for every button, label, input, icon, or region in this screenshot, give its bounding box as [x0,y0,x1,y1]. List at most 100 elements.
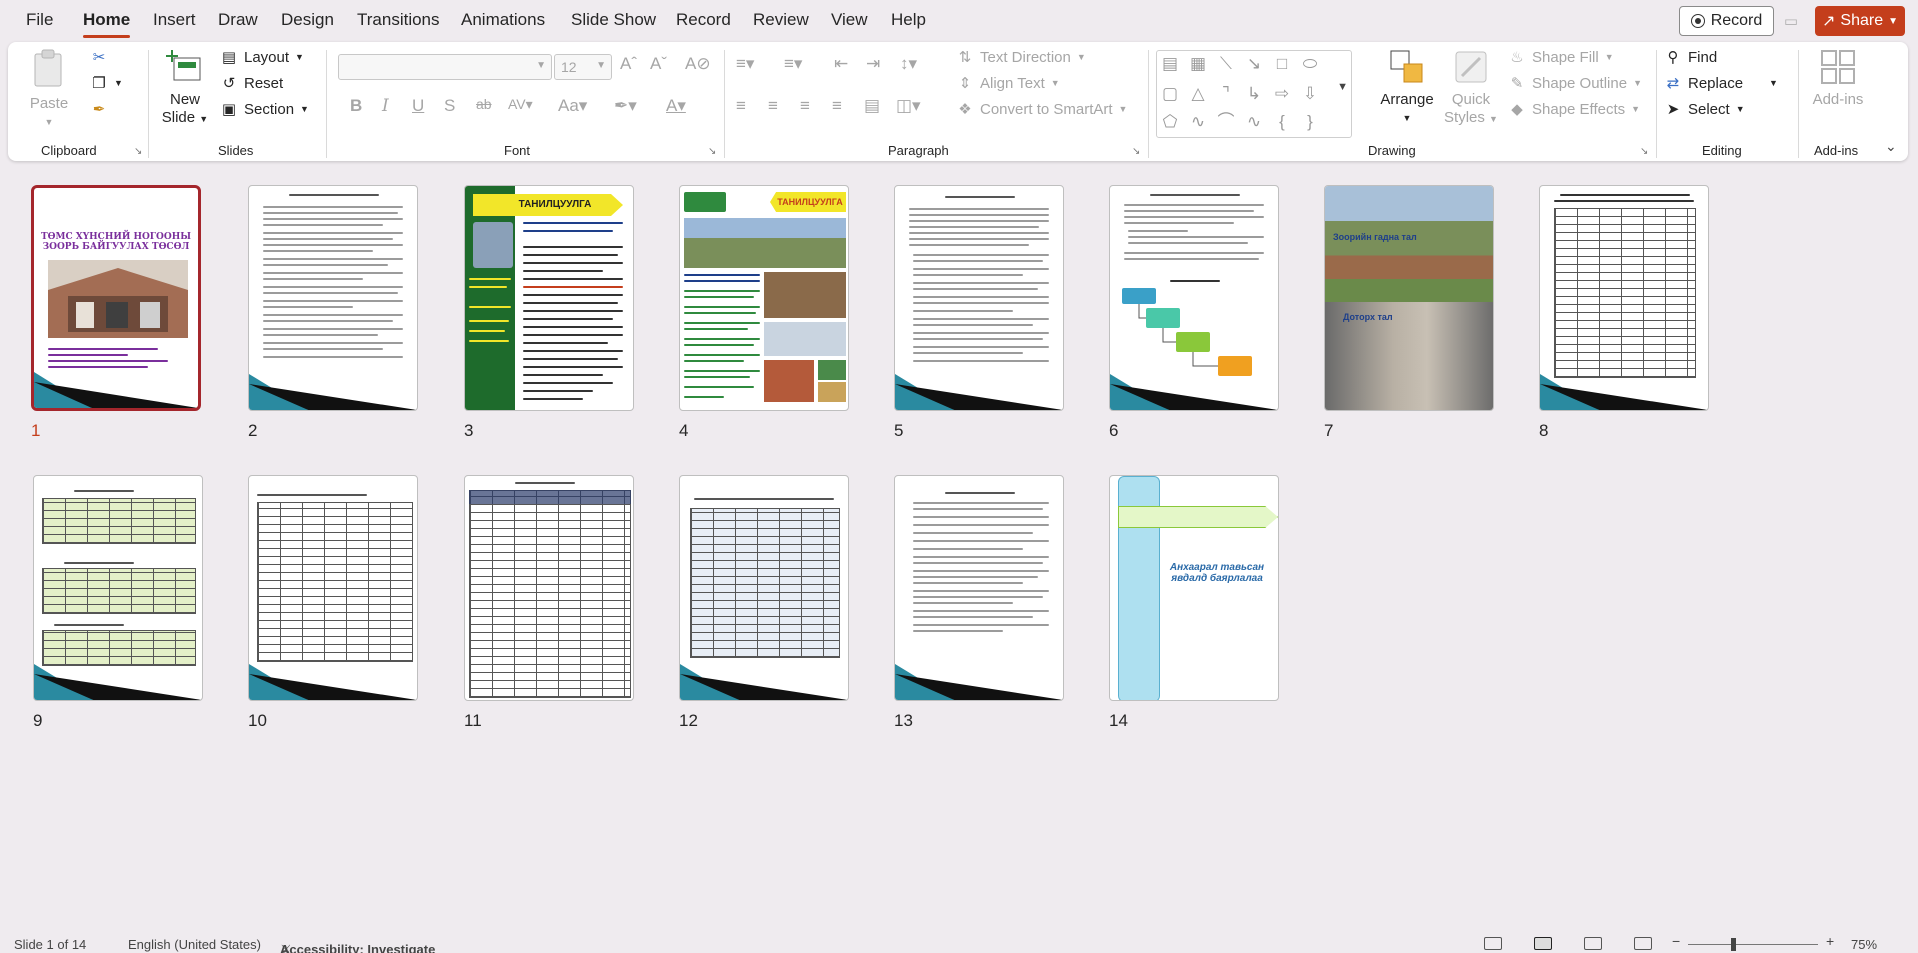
zoom-level[interactable]: 75% [1851,937,1877,952]
tab-slide-show[interactable]: Slide Show [571,10,656,30]
record-button[interactable]: Record [1679,6,1774,36]
align-right-icon[interactable]: ≡ [800,96,810,116]
shape-effects-button[interactable]: ◆ Shape Effects ▼ [1508,100,1640,119]
zoom-in-icon[interactable]: + [1826,933,1834,949]
right-brace-shape-icon[interactable]: } [1299,111,1321,133]
line-shape-icon[interactable]: ⟍ [1215,53,1237,75]
shapes-gallery[interactable]: ▤ ▦ ⟍ ↘ □ ⬭ ▢ △ ⌝ ↳ ⇨ ⇩ ⬠ ∿ ⌒ ∿ { } ▼ [1156,50,1352,138]
paste-button[interactable]: Paste ▼ [24,48,74,131]
slide-thumbnail-4[interactable]: ТАНИЛЦУУЛГА 4 [679,185,849,440]
bullets-icon[interactable]: ≡▾ [736,54,754,74]
quick-styles-button[interactable]: Quick Styles ▼ [1440,48,1502,128]
zoom-out-icon[interactable]: − [1672,933,1680,949]
triangle-shape-icon[interactable]: △ [1187,83,1209,105]
tab-animations[interactable]: Animations [461,10,545,30]
right-arrow-shape-icon[interactable]: ⇨ [1271,83,1293,105]
reading-view-icon[interactable] [1584,937,1602,950]
align-center-icon[interactable]: ≡ [768,96,778,116]
distributed-icon[interactable]: ▤ [864,96,880,116]
convert-smartart-button[interactable]: ❖ Convert to SmartArt ▼ [956,100,1127,119]
comments-button[interactable]: ▭ [1776,8,1806,34]
shape-fill-button[interactable]: ♨ Shape Fill ▼ [1508,48,1613,67]
tab-review[interactable]: Review [753,10,809,30]
section-button[interactable]: ▣ Section ▼ [220,100,309,119]
share-button[interactable]: ↗ Share ▼ [1815,6,1905,36]
change-case-icon[interactable]: Aa▾ [558,96,587,116]
vertical-textbox-shape-icon[interactable]: ▦ [1187,53,1209,75]
copy-button[interactable]: ❐ ▼ [90,74,123,92]
cut-button[interactable]: ✂ [90,48,108,66]
slide-thumbnail-1[interactable]: ТӨМС ХҮНСНИЙ НОГООНЫ ЗООРЬ БАЙГУУЛАХ ТӨС… [31,185,201,440]
scribble-shape-icon[interactable]: ∿ [1187,111,1209,133]
slide-thumbnail-13[interactable]: 13 [894,475,1064,730]
clipboard-dialog-launcher-icon[interactable]: ↘ [134,146,142,157]
slide-thumbnail-12[interactable]: 12 [679,475,849,730]
find-button[interactable]: ⚲ Find [1664,48,1718,67]
paragraph-dialog-launcher-icon[interactable]: ↘ [1132,146,1140,157]
underline-icon[interactable]: U [412,96,424,116]
highlight-icon[interactable]: ✒▾ [614,96,637,116]
reset-button[interactable]: ↺ Reset [220,74,283,93]
ribbon-collapse-icon[interactable]: ⌄ [1885,138,1897,155]
clear-formatting-icon[interactable]: A⊘ [685,54,711,74]
slide-thumbnail-8[interactable]: 8 [1539,185,1709,440]
elbow-arrow-shape-icon[interactable]: ↳ [1243,83,1265,105]
bold-icon[interactable]: B [350,96,362,116]
replace-button[interactable]: ⇄ Replace ▼ [1664,74,1778,93]
slide-thumbnail-5[interactable]: 5 [894,185,1064,440]
new-slide-button[interactable]: New Slide ▼ [158,48,212,128]
tab-design[interactable]: Design [281,10,334,30]
arrow-line-shape-icon[interactable]: ↘ [1243,53,1265,75]
zoom-slider-handle[interactable] [1731,938,1736,951]
italic-icon[interactable]: I [382,96,389,116]
slide-show-view-icon[interactable] [1634,937,1652,950]
align-text-button[interactable]: ⇕ Align Text ▼ [956,74,1060,93]
curve-shape-icon[interactable]: ∿ [1243,111,1265,133]
language-indicator[interactable]: English (United States) [128,937,261,952]
addins-button[interactable]: Add-ins [1806,48,1870,109]
slide-thumbnail-9[interactable]: 9 [33,475,203,730]
arrange-button[interactable]: Arrange ▼ [1374,48,1440,127]
slide-thumbnail-7[interactable]: Зоорийн гадна тал Доторх тал 7 [1324,185,1494,440]
text-direction-button[interactable]: ⇅ Text Direction ▼ [956,48,1086,67]
layout-button[interactable]: ▤ Layout ▼ [220,48,304,67]
format-painter-button[interactable]: ✒ [90,100,108,118]
shape-outline-button[interactable]: ✎ Shape Outline ▼ [1508,74,1642,93]
tab-insert[interactable]: Insert [153,10,196,30]
character-spacing-icon[interactable]: AV▾ [508,96,533,113]
freeform-shape-icon[interactable]: ⬠ [1159,111,1181,133]
rounded-rectangle-shape-icon[interactable]: ▢ [1159,83,1181,105]
gallery-more-icon[interactable]: ▼ [1337,81,1348,93]
oval-shape-icon[interactable]: ⬭ [1299,53,1321,75]
slide-thumbnail-6[interactable]: 6 [1109,185,1279,440]
rectangle-shape-icon[interactable]: □ [1271,53,1293,75]
align-left-icon[interactable]: ≡ [736,96,746,116]
decrease-indent-icon[interactable]: ⇤ [834,54,848,74]
font-color-icon[interactable]: A▾ [666,96,686,116]
decrease-font-icon[interactable]: Aˇ [650,54,667,74]
tab-file[interactable]: File [26,10,53,30]
slide-thumbnail-3[interactable]: ТАНИЛЦУУЛГА 3 [464,185,634,440]
shadow-icon[interactable]: S [444,96,455,116]
slide-thumbnail-14[interactable]: Анхаарал тавьсан явдалд баярлалаа 14 [1109,475,1279,730]
font-size-combo[interactable]: 12 ▼ [554,54,612,80]
textbox-shape-icon[interactable]: ▤ [1159,53,1181,75]
numbering-icon[interactable]: ≡▾ [784,54,802,74]
tab-draw[interactable]: Draw [218,10,258,30]
left-brace-shape-icon[interactable]: { [1271,111,1293,133]
tab-record[interactable]: Record [676,10,731,30]
zoom-slider[interactable] [1688,944,1818,945]
tab-transitions[interactable]: Transitions [357,10,440,30]
font-dialog-launcher-icon[interactable]: ↘ [708,146,716,157]
elbow-connector-shape-icon[interactable]: ⌝ [1215,83,1237,105]
tab-home[interactable]: Home [83,10,131,38]
tab-view[interactable]: View [831,10,868,30]
slide-sorter-view-icon[interactable] [1534,937,1552,950]
normal-view-icon[interactable] [1484,937,1502,950]
increase-font-icon[interactable]: Aˆ [620,54,637,74]
tab-help[interactable]: Help [891,10,926,30]
justify-icon[interactable]: ≡ [832,96,842,116]
drawing-dialog-launcher-icon[interactable]: ↘ [1640,146,1648,157]
increase-indent-icon[interactable]: ⇥ [866,54,880,74]
arc-shape-icon[interactable]: ⌒ [1215,111,1237,133]
